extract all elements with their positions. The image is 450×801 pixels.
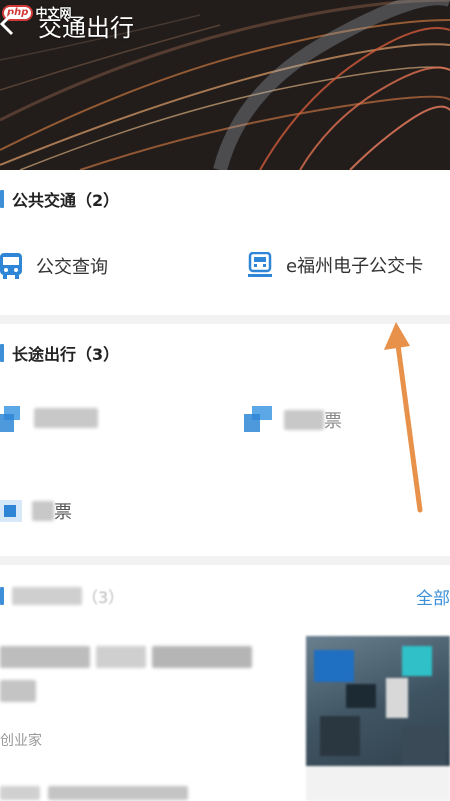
section-header: 公共交通（2） — [0, 189, 120, 210]
blurred-label: 票 — [284, 407, 342, 433]
long-distance-item-3[interactable]: 票 — [0, 498, 72, 524]
visible-label-part: 票 — [324, 411, 342, 432]
flight-icon — [0, 406, 20, 432]
blurred-headline-line-2 — [0, 680, 36, 706]
bus-icon — [0, 253, 22, 279]
header-banner: php 中文网 交通出行 — [0, 0, 450, 170]
blurred-label — [34, 408, 98, 432]
bus-card-icon — [248, 252, 272, 277]
item-label: e福州电子公交卡 — [286, 256, 424, 277]
section-header: 长途出行（3） — [0, 343, 120, 364]
news-article[interactable]: 创业家 — [0, 640, 300, 760]
section-title: 长途出行（3） — [12, 345, 120, 364]
ticket-icon — [0, 500, 22, 522]
item-label: 公交查询 — [36, 257, 108, 278]
chevron-left-icon — [0, 12, 14, 36]
e-fuzhou-bus-card-item[interactable]: e福州电子公交卡 — [248, 252, 423, 278]
section-accent-bar — [0, 344, 4, 362]
section-divider — [0, 556, 450, 565]
blurred-next-headline — [0, 786, 188, 800]
blurred-title — [12, 587, 82, 605]
section-accent-bar — [0, 190, 4, 208]
bus-query-item[interactable]: 公交查询 — [0, 252, 108, 280]
blurred-label: 票 — [32, 498, 72, 524]
back-button[interactable] — [0, 8, 24, 38]
long-distance-item-1[interactable] — [0, 404, 98, 436]
public-transport-section: 公共交通（2） 公交查询 e福州电子公交卡 — [0, 170, 450, 315]
blurred-headline-line-1 — [0, 646, 252, 668]
long-distance-section: 长途出行（3） 票 票 — [0, 324, 450, 556]
section-divider — [0, 315, 450, 324]
view-all-link[interactable]: 全部 — [416, 584, 450, 609]
train-icon — [244, 406, 272, 432]
section-header: （3） — [0, 586, 125, 607]
section-accent-bar — [0, 587, 4, 605]
news-source: 创业家 — [0, 733, 42, 749]
news-thumbnail[interactable] — [306, 636, 450, 801]
section-title: 公共交通（2） — [12, 191, 120, 210]
long-distance-item-2[interactable]: 票 — [244, 404, 342, 436]
section-count: （3） — [82, 588, 125, 607]
visible-label-part: 票 — [54, 502, 72, 523]
page-title: 交通出行 — [38, 14, 134, 42]
